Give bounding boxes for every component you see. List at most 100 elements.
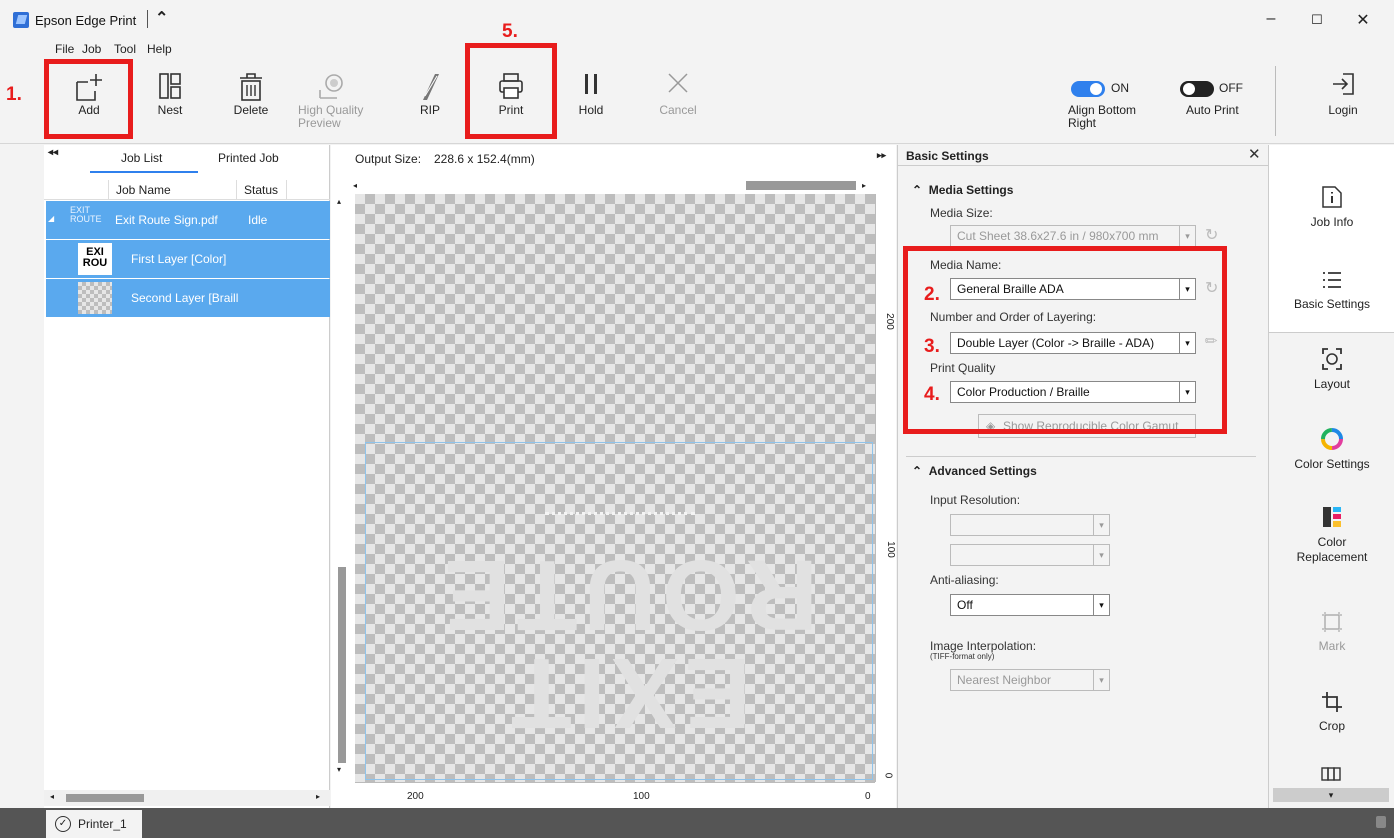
cancel-x-icon (668, 73, 688, 93)
media-size-select[interactable]: Cut Sheet 38.6x27.6 in / 980x700 mm ▾ (950, 225, 1196, 247)
media-settings-title: Media Settings (928, 183, 1014, 197)
status-bar: ✓ Printer_1 (0, 808, 1394, 838)
input-resolution-select-2[interactable]: ▾ (950, 544, 1110, 566)
nav-color-replacement[interactable]: Color Replacement (1269, 505, 1394, 565)
menu-job[interactable]: Job (82, 42, 101, 56)
media-preview-area[interactable]: EXIT ROUTE (355, 194, 875, 782)
align-bottom-right-toggle[interactable] (1071, 81, 1105, 97)
image-interp-note: (TIFF-format only) (930, 652, 995, 661)
scroll-down-nav-button[interactable]: ▾ (1273, 788, 1389, 802)
column-job-name[interactable]: Job Name (116, 183, 171, 197)
crop-icon (1322, 692, 1342, 712)
scroll-thumb[interactable] (66, 794, 144, 802)
column-status[interactable]: Status (244, 183, 278, 197)
dropdown-arrow-icon: ▾ (1093, 515, 1109, 535)
maximize-button[interactable]: ☐ (1302, 12, 1332, 28)
media-settings-header[interactable]: ⌃ Media Settings (912, 183, 1013, 197)
delete-button[interactable]: Delete (215, 58, 287, 142)
scroll-right-icon[interactable]: ▸ (862, 181, 866, 190)
media-size-label: Media Size: (930, 206, 993, 220)
layer-thumbnail: EXI ROU (78, 243, 112, 275)
menu-tool[interactable]: Tool (114, 42, 136, 56)
layer-thumbnail (78, 282, 112, 314)
advanced-settings-header[interactable]: ⌃ Advanced Settings (912, 464, 1037, 478)
expand-triangle-icon[interactable]: ◢ (48, 214, 54, 223)
ruler-label: 100 (633, 791, 650, 802)
header-sep (236, 180, 237, 200)
cancel-button[interactable]: Cancel (642, 58, 714, 142)
tab-job-list[interactable]: Job List (121, 151, 162, 165)
high-quality-preview-button[interactable]: High Quality Preview (292, 58, 372, 142)
nav-layout[interactable]: Layout (1269, 347, 1394, 391)
layer-name: Second Layer [Braill (131, 291, 239, 305)
advanced-settings-title: Advanced Settings (928, 464, 1037, 478)
nav-basic-settings[interactable]: Basic Settings (1269, 269, 1394, 311)
rip-button[interactable]: RIP (394, 58, 466, 142)
menu-help[interactable]: Help (147, 42, 172, 56)
preview-canvas-panel: Output Size: 228.6 x 152.4(mm) ▸▸ ◂ ▸ ▴ … (331, 145, 896, 808)
ruler-label: 100 (884, 541, 896, 558)
job-status: Idle (248, 213, 268, 227)
dropdown-arrow-icon: ▾ (1093, 545, 1109, 565)
vertical-ruler: 200 100 0 (875, 194, 896, 782)
highlight-media-settings (903, 246, 1227, 434)
ruler-label: 0 (865, 791, 871, 802)
printer-tab[interactable]: ✓ Printer_1 (46, 810, 142, 838)
hq-preview-label: High Quality Preview (298, 103, 364, 130)
printer-name: Printer_1 (78, 817, 127, 831)
step-5: 5. (502, 21, 518, 42)
nav-color-settings[interactable]: Color Settings (1269, 427, 1394, 471)
scroll-left-icon[interactable]: ◂ (353, 181, 357, 190)
window-title: Epson Edge Print (35, 13, 137, 28)
delete-label: Delete (233, 103, 269, 117)
settings-panel-title: Basic Settings (906, 149, 989, 163)
nest-button[interactable]: Nest (134, 58, 206, 142)
close-settings-icon[interactable]: ✕ (1248, 145, 1261, 163)
collapse-left-icon[interactable]: ◂◂ (48, 147, 58, 158)
nav-crop[interactable]: Crop (1269, 691, 1394, 733)
scroll-up-icon[interactable]: ▴ (337, 197, 341, 206)
title-bar: Epson Edge Print ⌃ – ☐ ✕ (0, 0, 1394, 42)
color-wheel-icon (1321, 428, 1343, 450)
refresh-icon[interactable]: ↻ (1205, 225, 1218, 245)
layer-row-braille[interactable]: Second Layer [Braill (46, 279, 330, 317)
close-button[interactable]: ✕ (1348, 10, 1378, 30)
job-list-scrollbar[interactable]: ◂ ▸ (44, 790, 330, 806)
output-size-label: Output Size: (355, 152, 422, 166)
active-tab-indicator (90, 171, 198, 173)
anti-aliasing-value: Off (957, 598, 973, 612)
canvas-h-scroll-thumb[interactable] (746, 181, 856, 190)
minimize-button[interactable]: – (1256, 10, 1286, 28)
input-resolution-select-1[interactable]: ▾ (950, 514, 1110, 536)
expand-right-icon[interactable]: ▸▸ (877, 150, 886, 161)
divider (906, 456, 1256, 457)
canvas-v-scroll-thumb[interactable] (338, 567, 346, 763)
layer-row-color[interactable]: EXI ROU First Layer [Color] (46, 240, 330, 278)
scroll-right-icon[interactable]: ▸ (316, 792, 320, 801)
nav-label: Color Replacement (1296, 535, 1368, 564)
anti-aliasing-select[interactable]: Off ▾ (950, 594, 1110, 616)
toggle-knob (1183, 83, 1195, 95)
job-row-exit-route[interactable]: ◢ EXIT ROUTE Exit Route Sign.pdf Idle (46, 201, 330, 239)
scroll-down-icon[interactable]: ▾ (337, 765, 341, 774)
login-button[interactable]: Login (1298, 58, 1388, 142)
menu-file[interactable]: File (55, 42, 74, 56)
dropdown-arrow-icon: ▾ (1093, 595, 1109, 615)
more-nav-icon[interactable] (1321, 767, 1341, 784)
auto-print-toggle[interactable] (1180, 81, 1214, 97)
collapse-ribbon-icon[interactable]: ⌃ (155, 8, 168, 28)
image-interp-select[interactable]: Nearest Neighbor ▾ (950, 669, 1110, 691)
toolbar: Add Nest Delete High Quality Preview RIP… (0, 58, 1394, 144)
mark-icon (1322, 612, 1342, 632)
check-circle-icon: ✓ (55, 816, 71, 832)
job-name: Exit Route Sign.pdf (115, 213, 218, 227)
hold-button[interactable]: Hold (555, 58, 627, 142)
nav-mark[interactable]: Mark (1269, 611, 1394, 653)
braille-dots (545, 512, 695, 526)
trash-icon (240, 73, 262, 101)
image-interp-label: Image Interpolation: (930, 639, 1037, 653)
scroll-left-icon[interactable]: ◂ (50, 792, 54, 801)
media-size-value: Cut Sheet 38.6x27.6 in / 980x700 mm (957, 229, 1159, 243)
nav-job-info[interactable]: Job Info (1269, 185, 1394, 229)
tab-printed-job[interactable]: Printed Job (218, 151, 279, 165)
